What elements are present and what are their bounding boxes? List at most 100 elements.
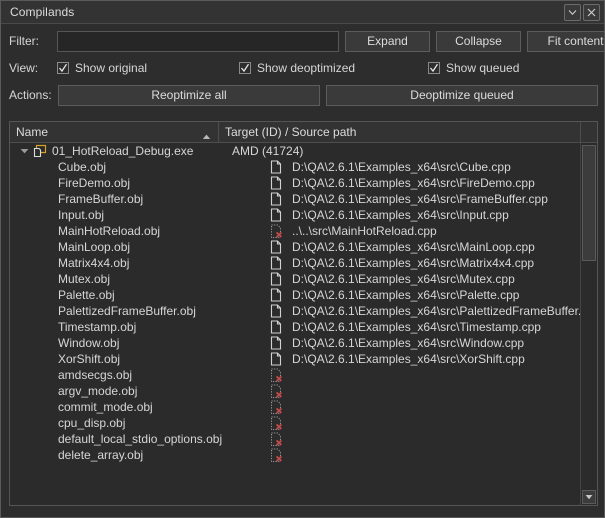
file-missing-icon (270, 416, 282, 430)
collapse-window-button[interactable] (564, 4, 581, 21)
column-header-target[interactable]: Target (ID) / Source path (219, 122, 581, 142)
scroll-down-icon (585, 495, 593, 500)
tree-row-target-cell: D:\QA\2.6.1\Examples_x64\src\FireDemo.cp… (268, 175, 580, 191)
expand-button[interactable]: Expand (345, 30, 430, 52)
tree-row[interactable]: cpu_disp.obj (10, 415, 580, 431)
collapse-button[interactable]: Collapse (436, 30, 521, 52)
tree-row-target: D:\QA\2.6.1\Examples_x64\src\Window.cpp (292, 336, 525, 350)
tree-row-name-cell: Palette.obj (10, 287, 268, 303)
target-icon (268, 320, 284, 334)
vertical-scrollbar[interactable] (580, 143, 597, 505)
tree-row-target-cell: D:\QA\2.6.1\Examples_x64\src\Timestamp.c… (268, 319, 580, 335)
tree-row[interactable]: Input.obj D:\QA\2.6.1\Examples_x64\src\In… (10, 207, 580, 223)
column-header-name[interactable]: Name (10, 122, 219, 142)
tree-row-name: Matrix4x4.obj (58, 256, 130, 270)
file-icon (270, 192, 282, 206)
target-icon (268, 256, 284, 270)
tree-row[interactable]: delete_array.obj (10, 447, 580, 463)
tree-row-target-cell (268, 431, 580, 447)
tree-row[interactable]: FrameBuffer.obj D:\QA\2.6.1\Examples_x64\… (10, 191, 580, 207)
file-icon (270, 176, 282, 190)
tree-row-target: D:\QA\2.6.1\Examples_x64\src\PalettizedF… (292, 304, 580, 318)
tree-row-name-cell: default_local_stdio_options.obj (10, 431, 268, 447)
tree-row[interactable]: XorShift.obj D:\QA\2.6.1\Examples_x64\src… (10, 351, 580, 367)
tree-row-name: XorShift.obj (58, 352, 121, 366)
tree-row-target-cell: D:\QA\2.6.1\Examples_x64\src\Cube.cpp (268, 159, 580, 175)
file-missing-icon (270, 384, 282, 398)
tree-row-target-cell: D:\QA\2.6.1\Examples_x64\src\FrameBuffer… (268, 191, 580, 207)
checkbox-show-queued[interactable]: Show queued (428, 61, 568, 75)
filter-row: Filter: Expand Collapse Fit content (9, 30, 604, 52)
tree-row[interactable]: default_local_stdio_options.obj (10, 431, 580, 447)
check-icon (430, 63, 439, 73)
tree-row[interactable]: Matrix4x4.obj D:\QA\2.6.1\Examples_x64\sr… (10, 255, 580, 271)
scrollbar-thumb[interactable] (582, 145, 596, 261)
file-icon (270, 304, 282, 318)
close-icon (587, 8, 596, 17)
tree-row-target: D:\QA\2.6.1\Examples_x64\src\FrameBuffer… (292, 192, 548, 206)
filter-input[interactable] (57, 30, 339, 52)
tree-row[interactable]: MainHotReload.obj ..\..\src\MainHotReload… (10, 223, 580, 239)
tree-row-name-cell: cpu_disp.obj (10, 415, 268, 431)
checkbox-show-original[interactable]: Show original (57, 61, 239, 75)
close-window-button[interactable] (583, 4, 600, 21)
tree-row-name: FrameBuffer.obj (58, 192, 144, 206)
fit-content-button[interactable]: Fit content (527, 30, 604, 52)
expand-arrow-icon (20, 149, 28, 154)
tree-row-target-cell: D:\QA\2.6.1\Examples_x64\src\MainLoop.cp… (268, 239, 580, 255)
file-icon (270, 208, 282, 222)
file-icon (270, 160, 282, 174)
checkbox-box (239, 62, 251, 74)
file-missing-icon (270, 432, 282, 446)
tree-row-target-cell: D:\QA\2.6.1\Examples_x64\src\Palette.cpp (268, 287, 580, 303)
tree-row-name: Palette.obj (58, 288, 115, 302)
target-icon (268, 176, 284, 190)
deoptimize-queued-button[interactable]: Deoptimize queued (326, 84, 598, 106)
target-icon (268, 336, 284, 350)
checkbox-show-deoptimized[interactable]: Show deoptimized (239, 61, 428, 75)
tree-row[interactable]: Palette.obj D:\QA\2.6.1\Examples_x64\src\… (10, 287, 580, 303)
tree-row[interactable]: argv_mode.obj (10, 383, 580, 399)
tree-row-name-cell: FrameBuffer.obj (10, 191, 268, 207)
tree-expand-toggle[interactable] (16, 148, 32, 154)
reoptimize-all-button[interactable]: Reoptimize all (58, 84, 320, 106)
file-icon (270, 256, 282, 270)
tree-row-target: D:\QA\2.6.1\Examples_x64\src\Palette.cpp (292, 288, 520, 302)
tree-row[interactable]: commit_mode.obj (10, 399, 580, 415)
checkbox-label: Show original (75, 61, 148, 75)
target-icon (268, 400, 284, 415)
tree-row-name: Window.obj (58, 336, 120, 350)
tree-row[interactable]: Mutex.obj D:\QA\2.6.1\Examples_x64\src\Mu… (10, 271, 580, 287)
tree-row[interactable]: Cube.obj D:\QA\2.6.1\Examples_x64\src\Cub… (10, 159, 580, 175)
column-header-label: Name (16, 125, 49, 139)
tree-row[interactable]: amdsecgs.obj (10, 367, 580, 383)
scroll-down-button[interactable] (582, 490, 596, 504)
tree-row[interactable]: Timestamp.obj D:\QA\2.6.1\Examples_x64\sr… (10, 319, 580, 335)
tree-row-target-cell: D:\QA\2.6.1\Examples_x64\src\Input.cpp (268, 207, 580, 223)
tree-row-target-cell (268, 383, 580, 399)
target-icon (268, 352, 284, 366)
tree-row-name-cell: FireDemo.obj (10, 175, 268, 191)
tree-row-target-cell (268, 447, 580, 463)
tree-row-target-cell (268, 415, 580, 431)
tree-row-name: 01_HotReload_Debug.exe (52, 144, 194, 158)
sort-ascending-icon (202, 129, 211, 143)
target-icon (268, 224, 284, 239)
tree-row-name-cell: argv_mode.obj (10, 383, 268, 399)
tree-row-name-cell: Cube.obj (10, 159, 268, 175)
tree-row-name-cell: Mutex.obj (10, 271, 268, 287)
tree-row[interactable]: 01_HotReload_Debug.exe AMD (41724) (10, 143, 580, 159)
tree-row[interactable]: FireDemo.obj D:\QA\2.6.1\Examples_x64\src… (10, 175, 580, 191)
tree-row[interactable]: MainLoop.obj D:\QA\2.6.1\Examples_x64\src… (10, 239, 580, 255)
file-missing-icon (270, 400, 282, 414)
tree-row-target: ..\..\src\MainHotReload.cpp (292, 224, 437, 238)
view-row: View: Show original Show deoptimized Sho… (9, 57, 596, 79)
tree-row-target: D:\QA\2.6.1\Examples_x64\src\Cube.cpp (292, 160, 511, 174)
tree-row-target-cell: D:\QA\2.6.1\Examples_x64\src\XorShift.cp… (268, 351, 580, 367)
tree-row[interactable]: Window.obj D:\QA\2.6.1\Examples_x64\src\W… (10, 335, 580, 351)
tree-row-target: D:\QA\2.6.1\Examples_x64\src\Timestamp.c… (292, 320, 541, 334)
tree-row[interactable]: PalettizedFrameBuffer.obj D:\QA\2.6.1\Exa… (10, 303, 580, 319)
tree-row-name-cell: 01_HotReload_Debug.exe (10, 143, 226, 159)
tree-row-name: Input.obj (58, 208, 105, 222)
target-icon (268, 448, 284, 463)
